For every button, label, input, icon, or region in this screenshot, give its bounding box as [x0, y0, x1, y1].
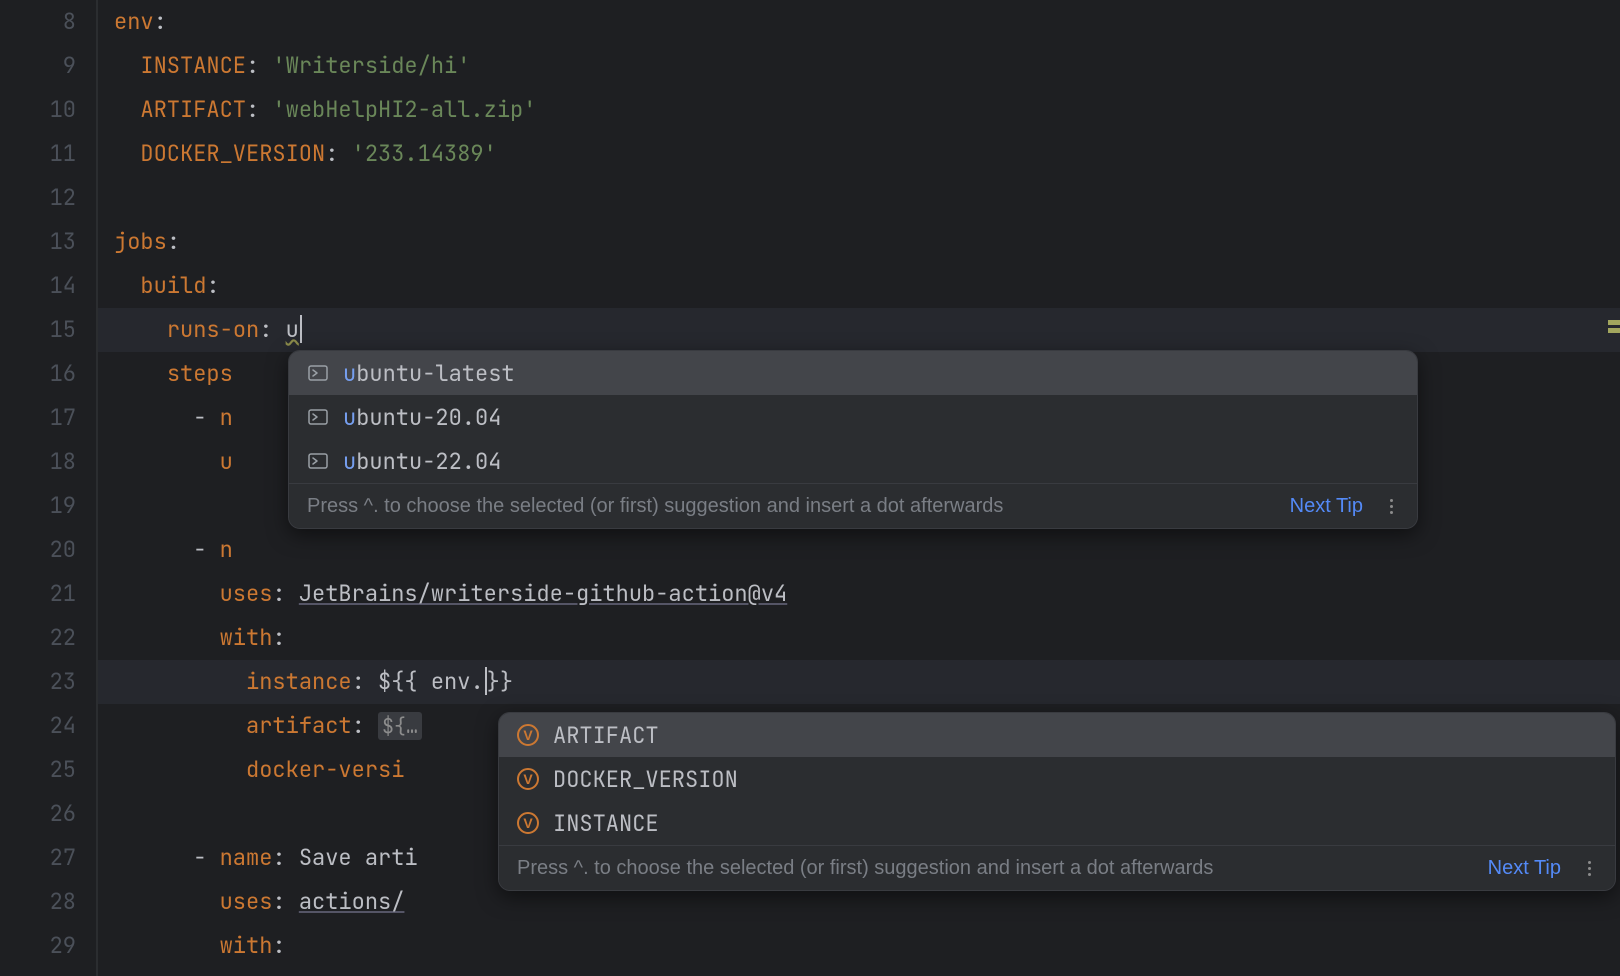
enum-value-icon	[307, 450, 329, 472]
yaml-key: n	[220, 403, 233, 432]
completion-hint-text: Press ^. to choose the selected (or firs…	[517, 857, 1213, 880]
code-line[interactable]: DOCKER_VERSION: '233.14389'	[98, 132, 1620, 176]
yaml-key: build	[140, 271, 206, 300]
yaml-key: steps	[167, 359, 233, 388]
code-line[interactable]: - n	[98, 528, 1620, 572]
text-caret	[300, 315, 302, 343]
completion-label: INSTANCE	[553, 809, 659, 838]
enum-value-icon	[307, 406, 329, 428]
env-var: env	[431, 667, 471, 696]
yaml-key: uses	[220, 579, 273, 608]
enum-value-icon	[307, 362, 329, 384]
next-tip-link[interactable]: Next Tip	[1488, 857, 1561, 880]
expr-open: ${{	[378, 667, 431, 696]
variable-icon: V	[517, 724, 539, 746]
yaml-key: u	[220, 447, 233, 476]
yaml-string: 'webHelpHI2-all.zip'	[272, 95, 536, 124]
code-line[interactable]: with:	[98, 924, 1620, 968]
yaml-key: INSTANCE	[140, 51, 246, 80]
yaml-key: artifact	[246, 711, 352, 740]
code-line-active[interactable]: instance: ${{ env.}}	[98, 660, 1620, 704]
completion-item[interactable]: ubuntu-latest	[289, 351, 1417, 395]
completion-label: buntu-latest	[356, 359, 514, 388]
code-line[interactable]: jobs:	[98, 220, 1620, 264]
more-options-icon[interactable]	[1579, 856, 1599, 880]
yaml-key: runs-on	[167, 315, 259, 344]
yaml-key: uses	[220, 887, 273, 916]
completion-item[interactable]: V DOCKER_VERSION	[499, 757, 1615, 801]
completion-hint-text: Press ^. to choose the selected (or firs…	[307, 495, 1003, 518]
completion-label: DOCKER_VERSION	[553, 765, 738, 794]
expr-close: }}	[487, 667, 513, 696]
typed-text: u	[286, 315, 299, 344]
yaml-key: docker-versi	[246, 755, 404, 784]
yaml-string: 'Writerside/hi'	[272, 51, 470, 80]
yaml-key: env	[114, 7, 154, 36]
line-number-gutter: 8910111213141516171819202122232425262728…	[0, 0, 96, 976]
completion-item[interactable]: ubuntu-22.04	[289, 439, 1417, 483]
more-options-icon[interactable]	[1381, 494, 1401, 518]
yaml-key: with	[220, 931, 273, 960]
code-line[interactable]: ARTIFACT: 'webHelpHI2-all.zip'	[98, 88, 1620, 132]
scroll-marker[interactable]	[1608, 328, 1620, 333]
yaml-key: n	[220, 535, 233, 564]
code-line[interactable]: build:	[98, 264, 1620, 308]
code-line[interactable]: uses: JetBrains/writerside-github-action…	[98, 572, 1620, 616]
yaml-value-link[interactable]: JetBrains/writerside-github-action@v4	[299, 579, 787, 608]
yaml-value-link[interactable]: actions/	[299, 887, 405, 916]
completion-item[interactable]: V ARTIFACT	[499, 713, 1615, 757]
completion-label: buntu-20.04	[356, 403, 501, 432]
completion-label: ARTIFACT	[553, 721, 659, 750]
inlay-hint: ${…	[378, 712, 422, 740]
code-line[interactable]: INSTANCE: 'Writerside/hi'	[98, 44, 1620, 88]
code-line[interactable]	[98, 176, 1620, 220]
code-line[interactable]: with:	[98, 616, 1620, 660]
completion-item[interactable]: V INSTANCE	[499, 801, 1615, 845]
completion-item[interactable]: ubuntu-20.04	[289, 395, 1417, 439]
yaml-key: name	[220, 843, 273, 872]
completion-hint-bar: Press ^. to choose the selected (or firs…	[289, 483, 1417, 528]
variable-icon: V	[517, 768, 539, 790]
yaml-key: DOCKER_VERSION	[140, 139, 325, 168]
completion-label: buntu-22.04	[356, 447, 501, 476]
yaml-string: '233.14389'	[352, 139, 497, 168]
code-line-active[interactable]: runs-on: u	[98, 308, 1620, 352]
completion-popup-runs-on: ubuntu-latest ubuntu-20.04 ubuntu-22.04 …	[288, 350, 1418, 529]
yaml-key: instance	[246, 667, 352, 696]
completion-hint-bar: Press ^. to choose the selected (or firs…	[499, 845, 1615, 890]
yaml-key: jobs	[114, 227, 167, 256]
yaml-key: ARTIFACT	[140, 95, 246, 124]
code-line[interactable]: env:	[98, 0, 1620, 44]
variable-icon: V	[517, 812, 539, 834]
yaml-key: with	[220, 623, 273, 652]
completion-popup-env: V ARTIFACT V DOCKER_VERSION V INSTANCE P…	[498, 712, 1616, 891]
scroll-marker[interactable]	[1608, 320, 1620, 325]
next-tip-link[interactable]: Next Tip	[1290, 495, 1363, 518]
